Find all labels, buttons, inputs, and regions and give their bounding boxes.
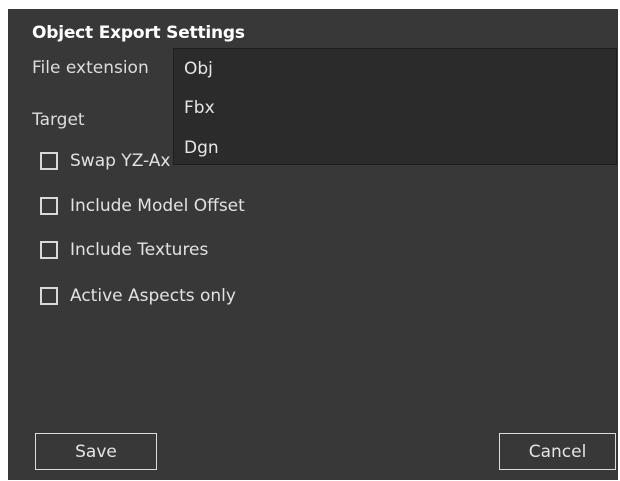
dropdown-option-dgn[interactable]: Dgn (184, 138, 219, 158)
cancel-button[interactable]: Cancel (499, 433, 616, 470)
file-extension-dropdown-list[interactable]: Obj Fbx Dgn (173, 48, 617, 165)
active-aspects-only-option[interactable]: Active Aspects only (40, 285, 236, 307)
include-textures-checkbox[interactable] (40, 241, 58, 259)
swap-yz-axis-checkbox[interactable] (40, 152, 58, 170)
include-model-offset-label: Include Model Offset (70, 196, 245, 216)
file-extension-label: File extension (32, 58, 149, 78)
include-model-offset-option[interactable]: Include Model Offset (40, 195, 245, 217)
include-model-offset-checkbox[interactable] (40, 197, 58, 215)
dialog-title: Object Export Settings (32, 23, 245, 43)
dropdown-option-obj[interactable]: Obj (184, 59, 213, 79)
swap-yz-axis-label: Swap YZ-Ax (70, 151, 171, 171)
include-textures-option[interactable]: Include Textures (40, 239, 208, 261)
target-label: Target (32, 110, 85, 130)
save-button[interactable]: Save (35, 433, 157, 470)
include-textures-label: Include Textures (70, 240, 209, 260)
export-settings-dialog: Object Export Settings File extension Ta… (8, 9, 618, 480)
active-aspects-only-label: Active Aspects only (70, 286, 236, 306)
swap-yz-axis-option[interactable]: Swap YZ-Ax (40, 150, 171, 172)
active-aspects-only-checkbox[interactable] (40, 287, 58, 305)
dropdown-option-fbx[interactable]: Fbx (184, 98, 215, 118)
